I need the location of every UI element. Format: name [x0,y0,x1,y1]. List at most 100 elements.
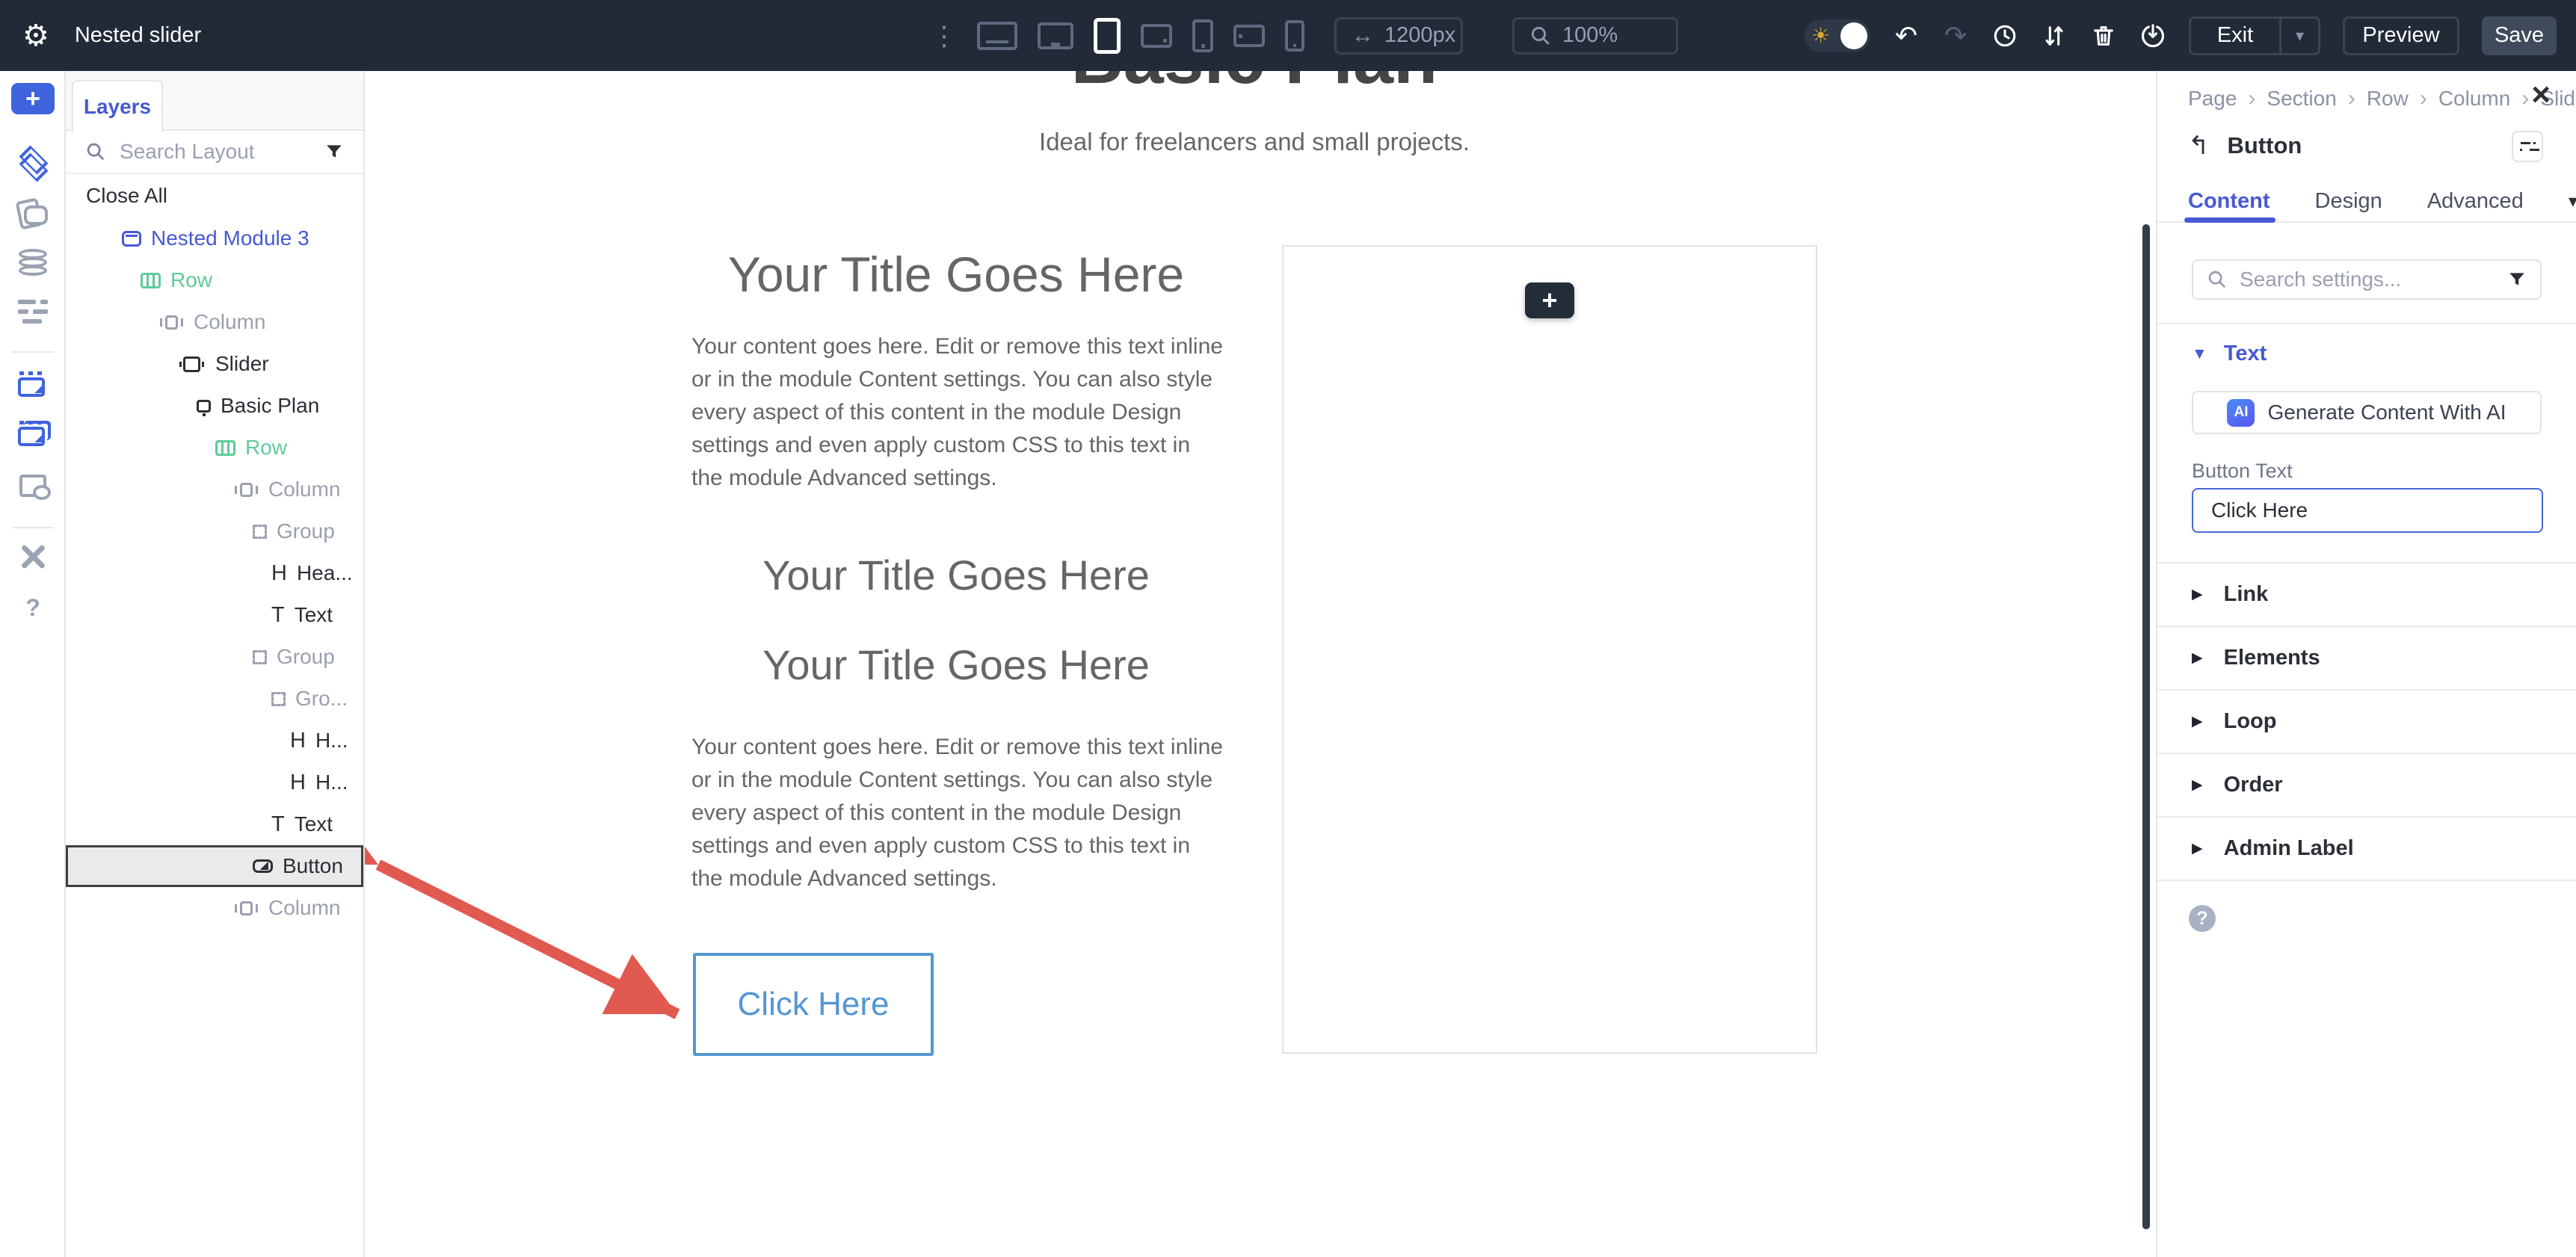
tab-layers[interactable]: Layers [72,80,163,132]
device-desktop-large-icon[interactable] [977,22,1017,50]
slide-main-heading[interactable]: Basic Plan [691,71,1817,94]
tab-advanced[interactable]: Advanced [2427,189,2524,214]
layer-item-gro-[interactable]: Gro... [66,678,363,720]
section-elements[interactable]: ▶Elements [2157,627,2576,691]
tab-content[interactable]: Content [2188,189,2270,214]
layer-item-h-[interactable]: H... [66,720,363,762]
layer-label: Basic Plan [221,394,319,418]
portability-icon[interactable] [2139,22,2166,49]
wireframe-view-button[interactable] [0,300,66,324]
slide-subtitle[interactable]: Ideal for freelancers and small projects… [691,128,1817,156]
tab-design[interactable]: Design [2315,189,2382,214]
button-icon [253,859,273,873]
text-section-header[interactable]: ▼ Text [2192,342,2267,366]
layer-item-group[interactable]: Group [66,510,363,552]
zoom-value: 100% [1562,23,1618,48]
section-label: Elements [2224,646,2320,670]
exit-dropdown-caret-icon[interactable]: ▾ [2279,19,2318,53]
layer-item-row[interactable]: Row [66,259,363,301]
layers-panel-button[interactable] [0,149,66,176]
trash-icon[interactable] [2090,22,2117,49]
click-windows-icon [18,421,48,446]
device-desktop-icon[interactable] [1038,22,1073,49]
section-order[interactable]: ▶Order [2157,754,2576,818]
interaction-mode-button[interactable] [0,371,66,397]
design-presets-button[interactable] [0,200,66,225]
device-phone-small-icon[interactable] [1285,20,1304,52]
sort-layers-icon[interactable] [2041,22,2068,49]
layer-item-column[interactable]: Column [66,469,363,510]
redo-icon[interactable]: ↷ [1942,22,1969,49]
layer-item-button[interactable]: Button [66,845,363,887]
canvas-paragraph-2[interactable]: Your content goes here. Edit or remove t… [691,731,1224,895]
search-icon [2207,269,2228,290]
canvas-heading-1[interactable]: Your Title Goes Here [691,246,1221,303]
layer-item-column[interactable]: Column [66,301,363,343]
device-tablet-icon[interactable] [1094,18,1121,54]
breadcrumb-item-page[interactable]: Page [2188,87,2237,111]
add-slide-content-button[interactable]: + [1525,282,1574,318]
viewport-width-value: 1200px [1384,23,1455,48]
preview-button[interactable]: Preview [2343,16,2459,55]
history-icon[interactable] [1991,22,2018,49]
heading-icon [290,729,306,753]
filter-funnel-icon[interactable] [324,142,344,161]
device-phone-icon[interactable] [1192,19,1213,52]
canvas-click-here-button[interactable]: Click Here [693,953,934,1056]
layer-item-nested-module-3[interactable]: Nested Module 3 [66,217,363,259]
section-loop[interactable]: ▶Loop [2157,691,2576,754]
layer-item-text[interactable]: Text [66,803,363,845]
layer-item-text[interactable]: Text [66,594,363,636]
database-button[interactable] [0,249,66,276]
slider-icon [183,356,200,372]
device-tablet-small-icon[interactable] [1141,24,1172,48]
section-admin-label[interactable]: ▶Admin Label [2157,818,2576,881]
tabs-dropdown-caret-icon[interactable]: ▾ [2569,191,2576,212]
canvas-paragraph-1[interactable]: Your content goes here. Edit or remove t… [691,330,1224,495]
zoom-control[interactable]: 100% [1512,17,1678,55]
undo-icon[interactable]: ↶ [1893,22,1920,49]
save-button[interactable]: Save [2482,16,2557,55]
add-module-button[interactable]: + [0,83,66,114]
layer-item-basic-plan[interactable]: Basic Plan [66,385,363,427]
settings-search-input[interactable] [2238,267,2497,292]
builder-settings-gear-icon[interactable]: ⚙ [22,21,49,51]
toggle-knob [1840,22,1867,49]
close-icon[interactable]: × [2531,78,2551,111]
layer-item-slider[interactable]: Slider [66,343,363,385]
more-options-kebab-icon[interactable]: ⋮ [931,20,958,52]
breadcrumb-item-row[interactable]: Row [2367,87,2409,111]
layer-item-group[interactable]: Group [66,636,363,678]
canvas-heading-2[interactable]: Your Title Goes Here [691,551,1221,599]
breadcrumb-item-column[interactable]: Column [2438,87,2510,111]
exit-button[interactable]: Exit ▾ [2189,16,2320,55]
dark-mode-toggle[interactable]: ☀ [1805,19,1870,52]
help-button[interactable]: ? [0,594,66,622]
section-label: Loop [2224,709,2277,734]
heading-icon [271,561,287,585]
layers-search-input[interactable] [118,139,312,164]
canvas-heading-3[interactable]: Your Title Goes Here [691,640,1221,689]
layer-label: Group [277,645,335,669]
filter-funnel-icon[interactable] [2507,270,2527,289]
section-link[interactable]: ▶Link [2157,563,2576,627]
layer-item-column[interactable]: Column [66,887,363,929]
layer-item-row[interactable]: Row [66,427,363,469]
help-icon[interactable]: ? [2189,905,2216,932]
close-all-button[interactable]: Close All [66,174,363,217]
generate-ai-button[interactable]: AI Generate Content With AI [2192,391,2542,434]
tools-button[interactable] [0,543,66,570]
canvas-scrollbar[interactable] [2142,224,2150,1229]
breadcrumb-item-section[interactable]: Section [2267,87,2336,111]
layer-item-hea-[interactable]: Hea... [66,552,363,594]
panel-dock-icon[interactable] [2512,131,2543,162]
multi-select-mode-button[interactable] [0,421,66,446]
ai-icon: AI [2227,399,2255,427]
button-text-input[interactable] [2192,488,2543,533]
viewport-width-control[interactable]: ↔ 1200px [1334,17,1463,55]
saved-layouts-button[interactable] [0,475,66,497]
device-phone-landscape-icon[interactable] [1233,25,1265,47]
back-arrow-icon[interactable]: ↰ [2188,133,2210,158]
layer-item-h-[interactable]: H... [66,762,363,803]
settings-search-box [2192,259,2542,300]
